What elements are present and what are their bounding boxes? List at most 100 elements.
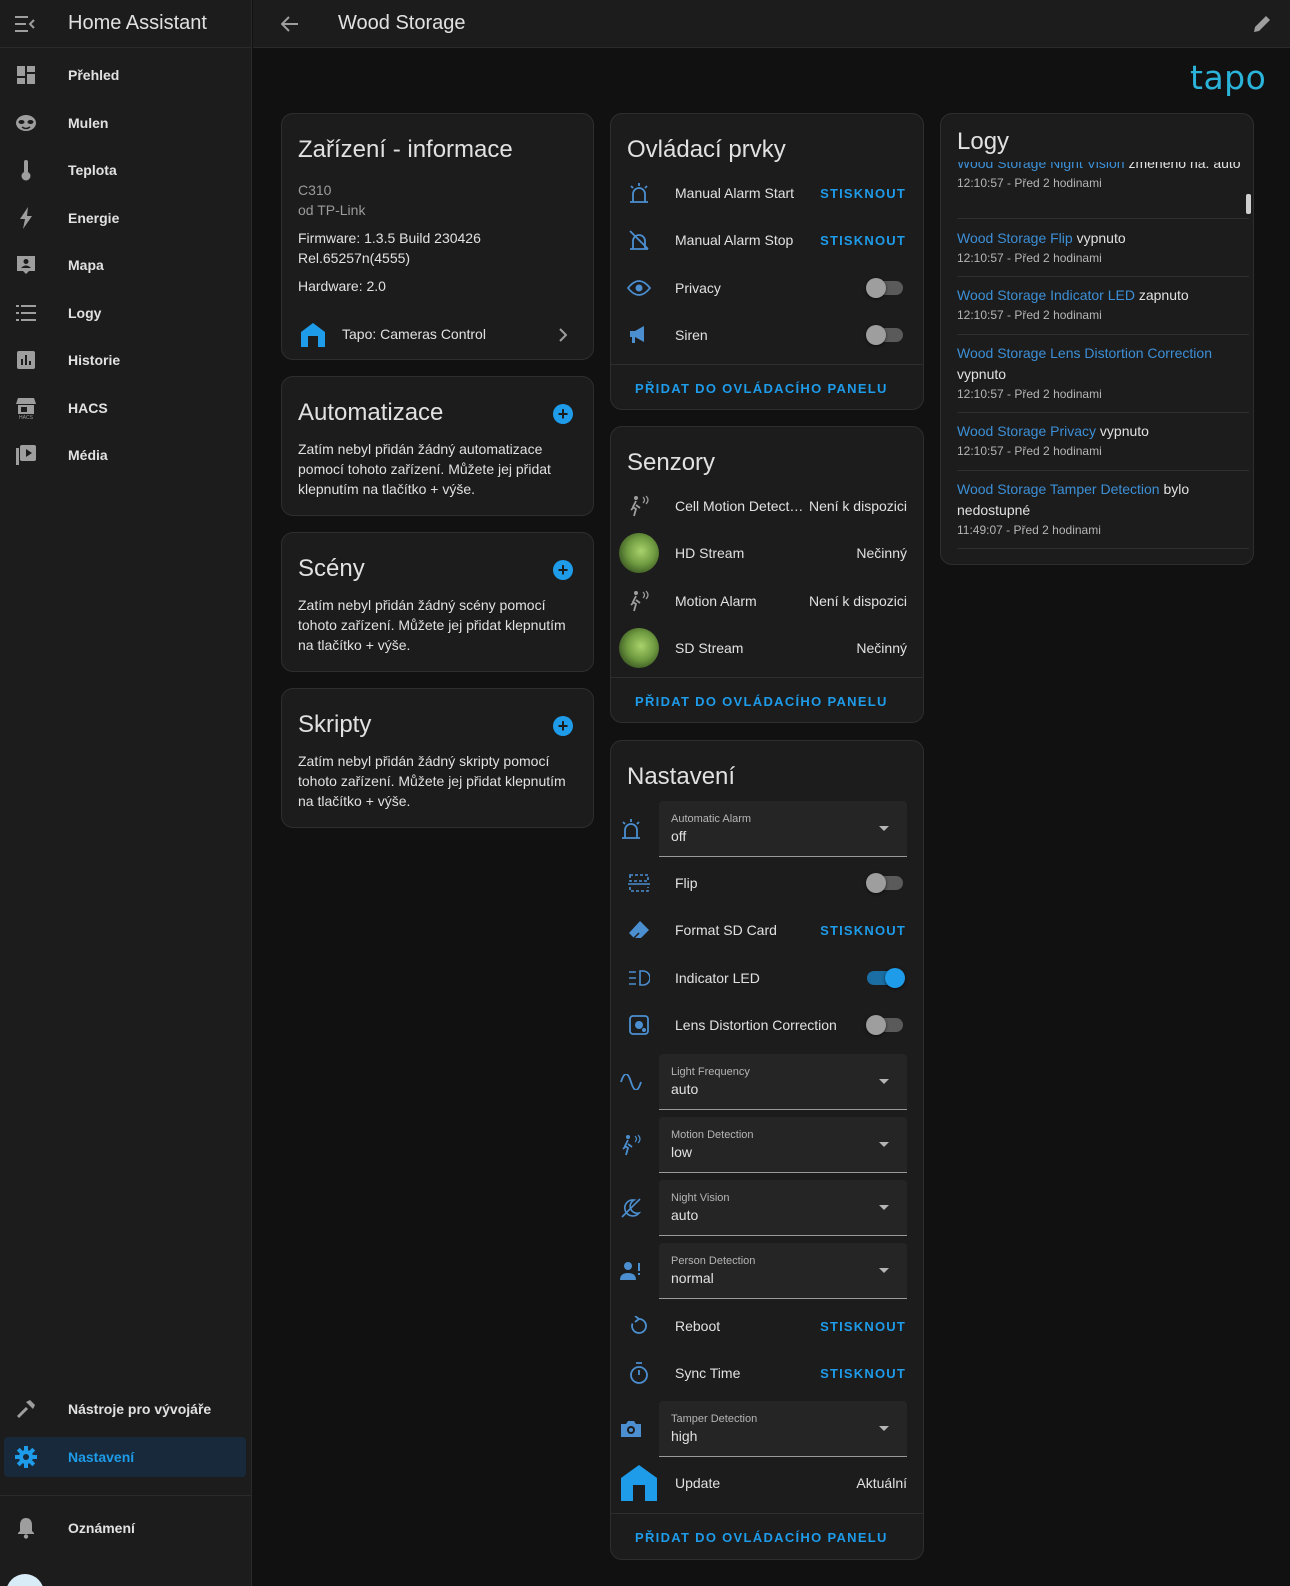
sidebar-item-dev-tools[interactable]: Nástroje pro vývojáře: [4, 1389, 246, 1429]
log-entity[interactable]: Wood Storage Privacy: [957, 423, 1096, 439]
press-button[interactable]: STISKNOUT: [820, 233, 906, 248]
log-entity[interactable]: Wood Storage Indicator LED: [957, 287, 1135, 303]
sidebar-item-mulen[interactable]: Mulen: [4, 103, 246, 143]
sidebar-item-energie[interactable]: Energie: [4, 198, 246, 238]
gear-icon: [6, 1446, 46, 1468]
tamper-detection-select[interactable]: Tamper Detection high: [621, 1401, 907, 1457]
press-button[interactable]: STISKNOUT: [820, 1319, 906, 1334]
lens-distortion-toggle[interactable]: [866, 1015, 903, 1035]
sidebar-item-historie[interactable]: Historie: [4, 340, 246, 380]
privacy-toggle[interactable]: [866, 278, 903, 298]
sidebar-item-settings[interactable]: Nastavení: [4, 1437, 246, 1477]
avatar[interactable]: [6, 1574, 44, 1586]
log-entry[interactable]: Wood Storage Flip vypnuto 12:10:57 - Pře…: [957, 220, 1249, 277]
setting-row-update[interactable]: Update Aktuální: [611, 1463, 923, 1503]
person-detection-select[interactable]: Person Detection normal: [620, 1243, 907, 1299]
integration-link[interactable]: Tapo: Cameras Control: [282, 314, 593, 354]
control-row-alarm-start: Manual Alarm Start STISKNOUT: [611, 173, 923, 213]
select-label: Automatic Alarm: [671, 813, 752, 825]
night-vision-select[interactable]: Night Vision auto: [621, 1180, 907, 1236]
log-entry[interactable]: Wood Storage Indicator LED zapnuto 12:10…: [957, 277, 1249, 335]
alarm-light-icon: [619, 817, 643, 841]
light-frequency-select[interactable]: Light Frequency auto: [620, 1054, 907, 1110]
log-entry[interactable]: Wood Storage Tamper Detection bylo nedos…: [957, 471, 1249, 549]
siren-toggle[interactable]: [866, 325, 903, 345]
back-arrow-icon[interactable]: [266, 0, 314, 48]
log-entity[interactable]: Wood Storage Tamper Detection: [957, 481, 1160, 497]
setting-row-reboot: Reboot STISKNOUT: [611, 1306, 923, 1346]
camera-icon: [619, 1417, 643, 1441]
firmware-line-1: Firmware: 1.3.5 Build 230426: [298, 230, 481, 246]
logbook-list[interactable]: Wood Storage Night Vision změněno na: au…: [941, 162, 1253, 564]
press-button[interactable]: STISKNOUT: [820, 186, 906, 201]
sidebar-item-notifications[interactable]: Oznámení: [4, 1508, 246, 1548]
sensor-row[interactable]: Motion Alarm Není k dispozici: [611, 581, 923, 621]
log-entry[interactable]: Wood Storage Privacy vypnuto 12:10:57 - …: [957, 413, 1249, 471]
dropdown-arrow-icon: [879, 1268, 889, 1273]
card-title: Nastavení: [627, 763, 736, 790]
pencil-icon[interactable]: [1248, 10, 1276, 38]
sensor-name: Cell Motion Detecti…: [675, 498, 805, 514]
motion-detection-select[interactable]: Motion Detection low: [622, 1117, 907, 1173]
hacs-icon: HACS: [6, 397, 46, 419]
sensor-value: Nečinný: [856, 640, 907, 656]
bell-icon: [6, 1517, 46, 1539]
sidebar-item-logy[interactable]: Logy: [4, 293, 246, 333]
sensor-row[interactable]: SD Stream Nečinný: [611, 628, 923, 668]
sidebar-item-teplota[interactable]: Teplota: [4, 150, 246, 190]
plus-icon[interactable]: +: [553, 716, 573, 736]
scrollbar[interactable]: [1246, 194, 1251, 214]
dropdown-arrow-icon: [879, 1079, 889, 1084]
press-button[interactable]: STISKNOUT: [820, 1366, 906, 1381]
sidebar-item-mapa[interactable]: Mapa: [4, 245, 246, 285]
menu-icon[interactable]: [1, 0, 49, 48]
flip-icon: [627, 871, 651, 895]
select-value: low: [671, 1144, 693, 1160]
select-label: Light Frequency: [671, 1066, 750, 1078]
select-label: Tamper Detection: [671, 1413, 758, 1425]
setting-name: Format SD Card: [675, 922, 777, 938]
log-entity[interactable]: Wood Storage Lens Distortion Correction: [957, 345, 1212, 361]
play-box-icon: [6, 445, 46, 465]
sensor-row[interactable]: Cell Motion Detecti… Není k dispozici: [611, 486, 923, 526]
sidebar-item-hacs[interactable]: HACS HACS: [4, 388, 246, 428]
sidebar-item-label: Logy: [68, 305, 102, 321]
log-entry[interactable]: Wood Storage Lens Distortion Correction …: [957, 335, 1249, 413]
setting-name: Sync Time: [675, 1365, 741, 1381]
hammer-icon: [6, 1399, 46, 1419]
log-entry[interactable]: Wood Storage Night Vision změněno na: au…: [957, 162, 1249, 219]
plus-icon[interactable]: +: [553, 560, 573, 580]
motion-sensor-icon: [627, 494, 651, 518]
log-entity[interactable]: Wood Storage Flip: [957, 230, 1073, 246]
svg-text:HACS: HACS: [19, 415, 34, 419]
indicator-led-toggle[interactable]: [867, 968, 905, 988]
motion-sensor-icon: [627, 589, 651, 613]
brand-logo: tapo: [1190, 58, 1267, 97]
card-title: Ovládací prvky: [627, 136, 786, 163]
flip-toggle[interactable]: [866, 873, 903, 893]
add-to-dashboard-button[interactable]: PŘIDAT DO OVLÁDACÍHO PANELU: [635, 381, 888, 396]
control-name: Manual Alarm Stop: [675, 232, 794, 248]
account-alert-icon: [619, 1259, 643, 1283]
add-to-dashboard-button[interactable]: PŘIDAT DO OVLÁDACÍHO PANELU: [635, 1530, 888, 1545]
sensor-value: Není k dispozici: [808, 593, 907, 609]
setting-name: Indicator LED: [675, 970, 760, 986]
card-footer: PŘIDAT DO OVLÁDACÍHO PANELU: [611, 1513, 923, 1559]
format-list-icon: [6, 304, 46, 322]
log-entity[interactable]: Wood Storage Night Vision: [957, 162, 1125, 171]
control-name: Siren: [675, 327, 708, 343]
press-button[interactable]: STISKNOUT: [820, 923, 906, 938]
sensor-name: SD Stream: [675, 640, 744, 656]
dropdown-arrow-icon: [879, 1205, 889, 1210]
plus-icon[interactable]: +: [553, 404, 573, 424]
sidebar-item-media[interactable]: Média: [4, 435, 246, 475]
automatic-alarm-select[interactable]: Automatic Alarm off: [622, 801, 907, 857]
log-time: 12:10:57 - Před 2 hodinami: [957, 176, 1102, 190]
alarm-light-off-icon: [627, 228, 651, 252]
sidebar-item-prehled[interactable]: Přehled: [4, 55, 246, 95]
card-title: Senzory: [627, 449, 716, 476]
setting-row-flip: Flip: [611, 863, 923, 903]
add-to-dashboard-button[interactable]: PŘIDAT DO OVLÁDACÍHO PANELU: [635, 694, 888, 709]
sidebar-header: Home Assistant: [0, 0, 251, 48]
sensor-row[interactable]: HD Stream Nečinný: [611, 533, 923, 573]
